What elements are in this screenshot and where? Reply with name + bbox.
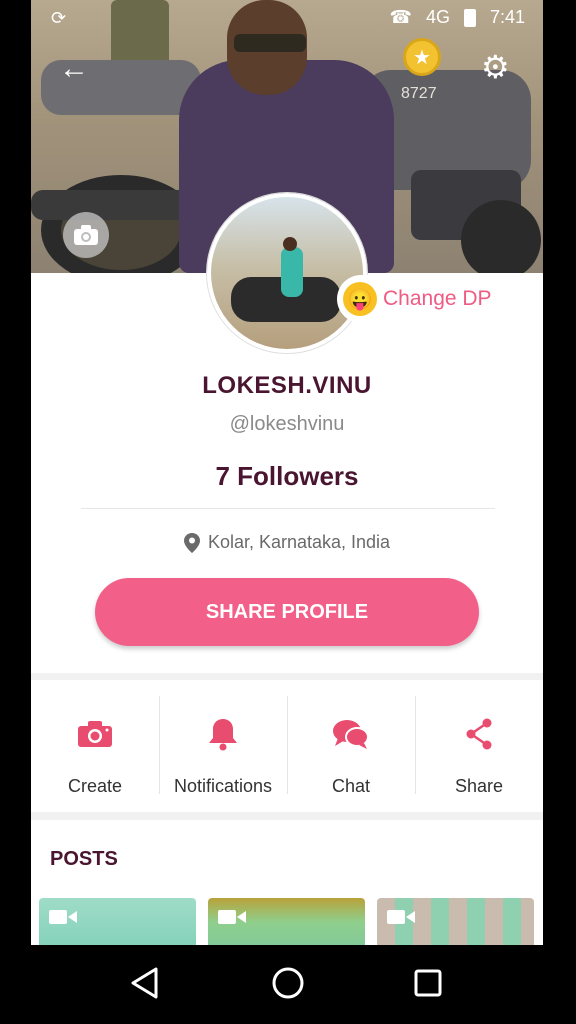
change-cover-button[interactable] (63, 212, 109, 258)
divider (81, 508, 495, 509)
home-circle-icon[interactable] (270, 965, 306, 1001)
profile-picture[interactable] (207, 193, 367, 353)
change-dp-button[interactable]: 😛 Change DP (337, 275, 504, 323)
chat-icon (333, 720, 369, 749)
back-triangle-icon[interactable] (128, 965, 160, 1001)
status-bar: ⟳ ☎ 4G 7:41 (31, 0, 543, 38)
bell-icon (209, 719, 237, 751)
profile-screen: ⟳ ☎ 4G 7:41 ← ★ 8727 ⚙ 😛 Change DP LOKES… (31, 0, 543, 945)
change-dp-label: Change DP (383, 287, 492, 310)
chat-action[interactable]: Chat (287, 680, 415, 812)
profile-name: LOKESH.VINU (202, 372, 372, 399)
notifications-action[interactable]: Notifications (159, 680, 287, 812)
clock: 7:41 (489, 7, 525, 27)
posts-title: POSTS (50, 848, 118, 870)
tongue-emoji-icon: 😛 (343, 282, 377, 316)
post-thumbnail[interactable] (377, 898, 534, 945)
chat-label: Chat (331, 776, 371, 796)
avatar-person (281, 247, 303, 297)
create-action[interactable]: Create (31, 680, 159, 812)
share-icon (466, 718, 492, 750)
location-pin-icon (183, 532, 200, 553)
followers-count[interactable]: 7 Followers (31, 461, 543, 492)
call-icon: ☎ (389, 7, 412, 27)
notifications-label: Notifications (173, 776, 273, 796)
coin-count: 8727 (401, 85, 437, 102)
profile-handle: @lokeshvinu (229, 413, 345, 435)
camera-icon (78, 721, 112, 747)
share-action[interactable]: Share (415, 680, 543, 812)
share-label: Share (454, 776, 504, 796)
create-label: Create (67, 776, 123, 796)
action-bar: Create Notifications Chat Share (31, 680, 543, 812)
posts-section: POSTS (31, 820, 543, 945)
video-icon (218, 910, 246, 924)
location: Kolar, Karnataka, India (31, 532, 543, 553)
network-type: 4G (425, 7, 450, 27)
recents-square-icon[interactable] (412, 965, 444, 1001)
coin-icon[interactable]: ★ (403, 38, 441, 76)
video-icon (387, 910, 415, 924)
post-thumbnail[interactable] (39, 898, 196, 945)
share-profile-button[interactable]: SHARE PROFILE (95, 578, 479, 646)
back-arrow-icon[interactable]: ← (59, 52, 93, 86)
gear-icon[interactable]: ⚙ (481, 50, 510, 84)
location-text: Kolar, Karnataka, India (207, 532, 391, 552)
sync-icon: ⟳ (51, 8, 67, 28)
battery-icon (463, 8, 476, 27)
post-thumbnail[interactable] (208, 898, 365, 945)
video-icon (49, 910, 77, 924)
avatar-person-head (283, 237, 297, 251)
system-nav-bar (0, 945, 576, 1024)
camera-icon (74, 225, 98, 245)
